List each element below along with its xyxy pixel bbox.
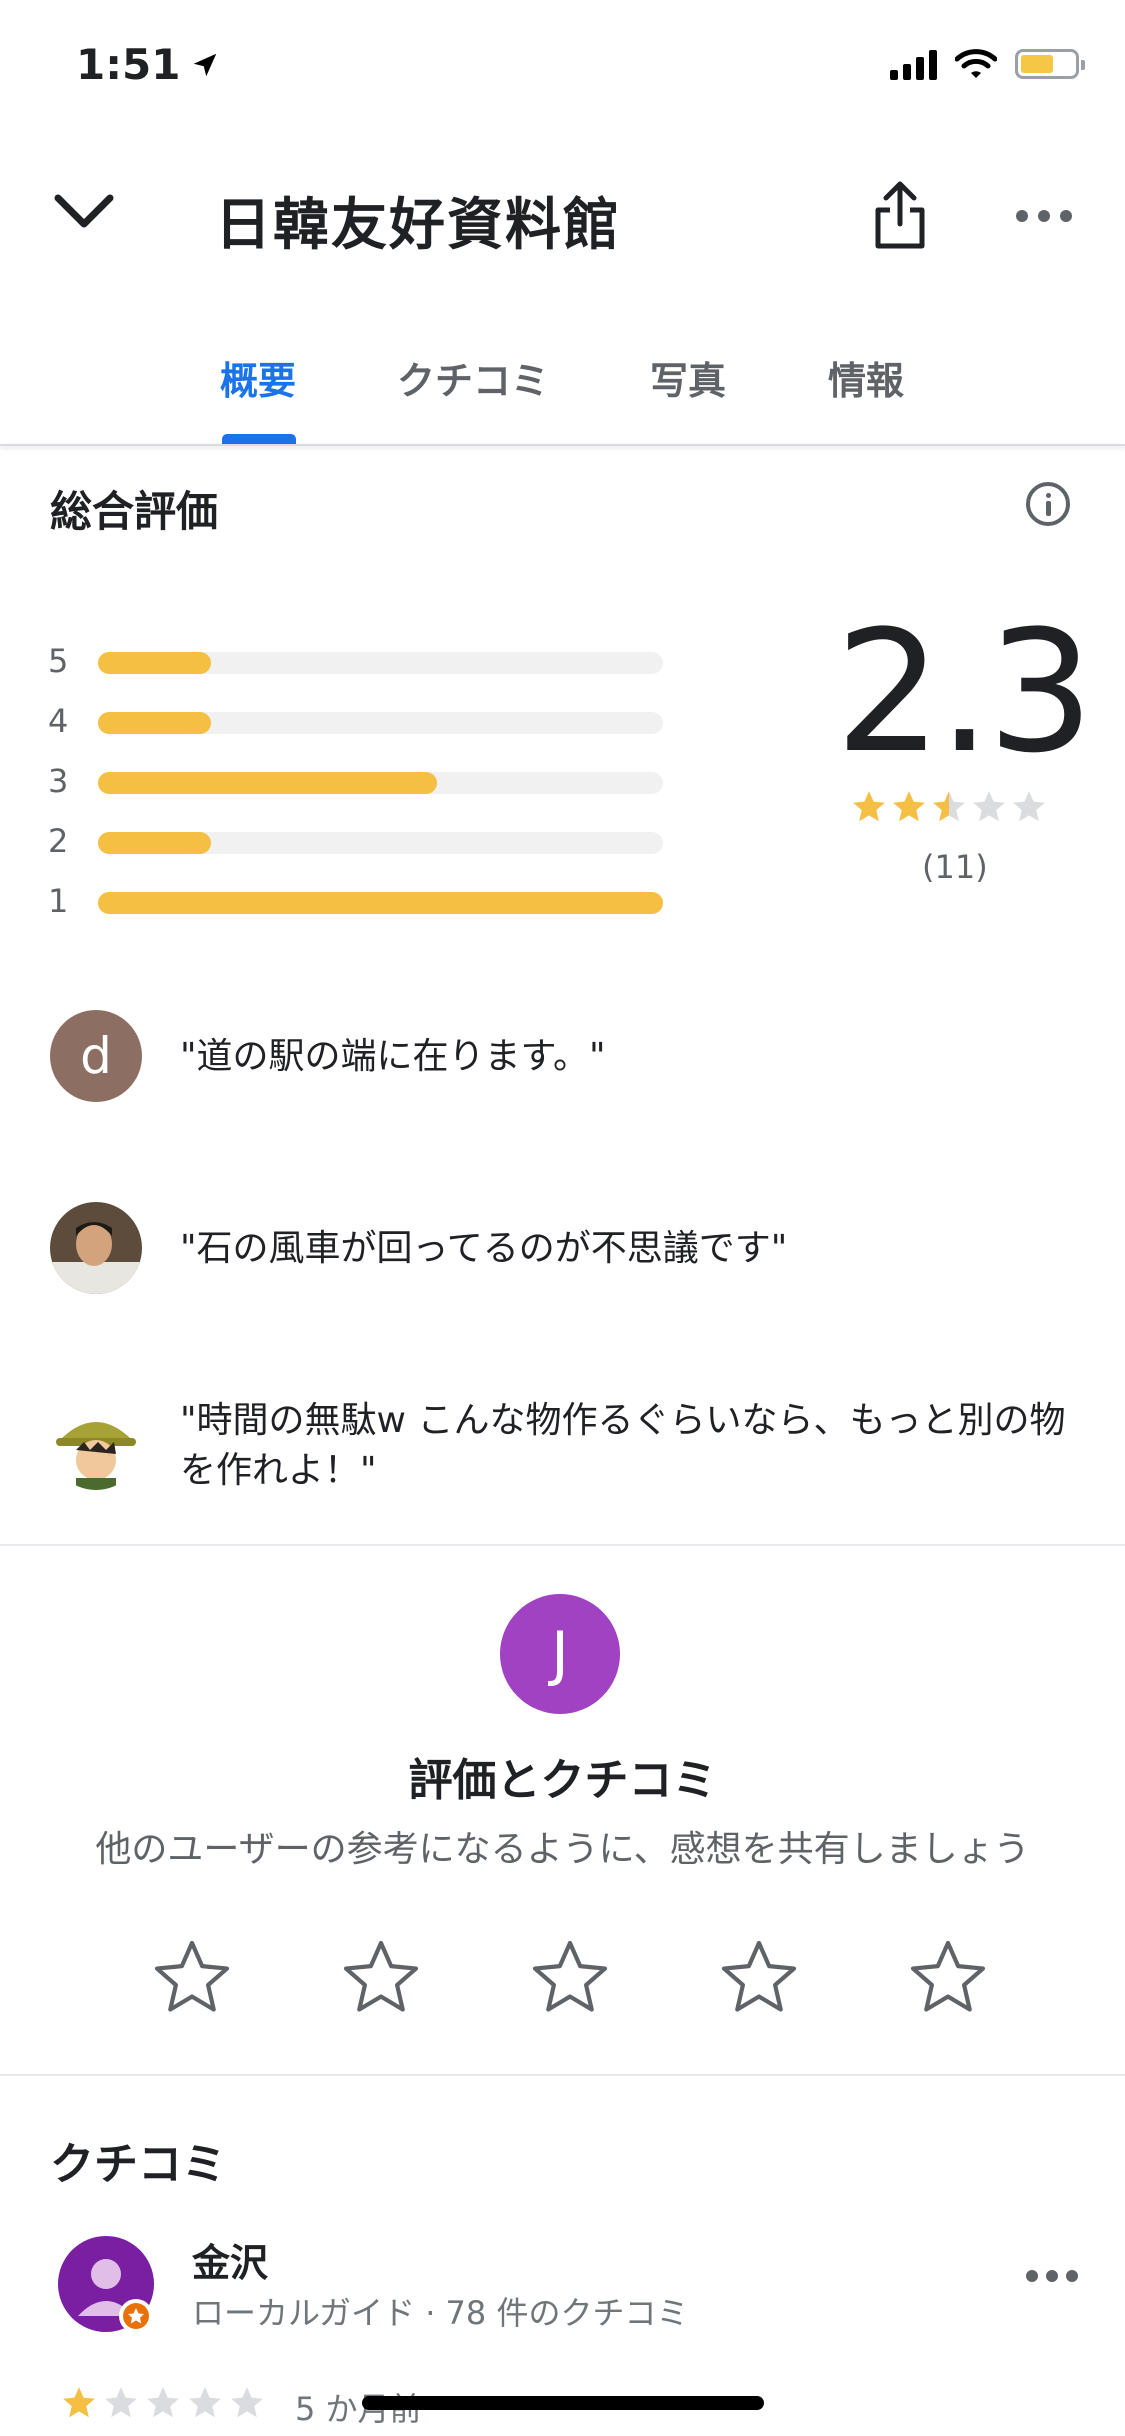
- avatar-illustration: [50, 1398, 142, 1490]
- tab-reviews[interactable]: クチコミ: [397, 350, 549, 405]
- reviews-section-title: クチコミ: [50, 2139, 226, 2190]
- rating-bar-4: 4: [48, 702, 668, 742]
- star-filled-icon: [893, 791, 925, 822]
- more-options-icon[interactable]: [1016, 210, 1072, 222]
- star-empty-icon: [1013, 791, 1045, 822]
- rating-bar-label: 5: [48, 642, 69, 680]
- rating-bar-fill: [98, 892, 663, 914]
- rate-star-4-icon[interactable]: [717, 1936, 801, 2020]
- rating-bar-track: [98, 712, 663, 734]
- star-empty-icon: [189, 2387, 221, 2418]
- review-snippet-1[interactable]: "道の駅の端に在ります。": [180, 1032, 1080, 1082]
- tab-photos[interactable]: 写真: [650, 350, 726, 405]
- average-rating: 2.3: [835, 594, 1094, 790]
- avatar-photo: [50, 1202, 142, 1294]
- star-empty-icon: [105, 2387, 137, 2418]
- wifi-icon: [955, 49, 997, 78]
- rating-bar-track: [98, 652, 663, 674]
- review-stars: [60, 2384, 266, 2422]
- share-icon[interactable]: [872, 180, 928, 250]
- star-filled-icon: [63, 2387, 95, 2418]
- active-tab-indicator: [222, 434, 296, 444]
- rating-bar-label: 4: [48, 702, 69, 740]
- rating-bar-track: [98, 832, 663, 854]
- battery-icon: [1015, 49, 1085, 79]
- star-filled-icon: [853, 791, 885, 822]
- reviewer-name[interactable]: 金沢: [192, 2232, 268, 2287]
- average-stars: [850, 788, 1048, 826]
- avatar: d: [50, 1010, 142, 1102]
- rating-summary-title: 総合評価: [50, 487, 219, 536]
- rate-review-subtitle: 他のユーザーの参考になるように、感想を共有しましょう: [95, 1829, 1030, 1870]
- rate-review-title: 評価とクチコミ: [408, 1755, 717, 1806]
- home-indicator[interactable]: [362, 2396, 764, 2410]
- rating-bar-5: 5: [48, 642, 668, 682]
- rate-star-2-icon[interactable]: [339, 1936, 423, 2020]
- star-empty-icon: [973, 791, 1005, 822]
- reviewer-avatar[interactable]: [58, 2236, 158, 2336]
- section-divider: [0, 2074, 1125, 2076]
- rate-star-3-icon[interactable]: [528, 1936, 612, 2020]
- rate-star-5-icon[interactable]: [906, 1936, 990, 2020]
- review-count: (11): [922, 848, 988, 886]
- rating-bar-label: 1: [48, 882, 69, 920]
- rate-stars: [150, 1936, 990, 2020]
- tab-bar: 概要 クチコミ 写真 情報: [0, 340, 1125, 444]
- status-time: 1:51: [76, 40, 220, 89]
- star-empty-icon: [231, 2387, 263, 2418]
- review-snippet-2[interactable]: "石の風車が回ってるのが不思議です": [180, 1224, 1080, 1274]
- rate-star-1-icon[interactable]: [150, 1936, 234, 2020]
- review-snippet-3[interactable]: "時間の無駄w こんな物作るぐらいなら、もっと別の物を作れよ！": [180, 1396, 1080, 1496]
- section-divider: [0, 1544, 1125, 1546]
- user-avatar: J: [500, 1594, 620, 1714]
- tab-info[interactable]: 情報: [828, 350, 904, 405]
- rating-bar-fill: [98, 832, 211, 854]
- rating-bar-label: 3: [48, 762, 69, 800]
- rating-bar-fill: [98, 712, 211, 734]
- user-avatar-letter: J: [551, 1619, 569, 1689]
- rating-bar-label: 2: [48, 822, 69, 860]
- time-text: 1:51: [76, 40, 181, 89]
- avatar-letter: d: [80, 1027, 112, 1085]
- rating-bar-fill: [98, 772, 437, 794]
- status-icons: [890, 48, 1085, 80]
- place-title: 日韓友好資料館: [215, 193, 621, 258]
- rating-bar-3: 3: [48, 762, 668, 802]
- rating-bar-2: 2: [48, 822, 668, 862]
- location-arrow-icon: [194, 53, 217, 76]
- rating-bar-1: 1: [48, 882, 668, 922]
- star-half-icon: [933, 791, 965, 822]
- rating-bar-track: [98, 892, 663, 914]
- rating-bar-track: [98, 772, 663, 794]
- cellular-signal-icon: [890, 48, 937, 80]
- reviewer-meta: ローカルガイド · 78 件のクチコミ: [192, 2294, 689, 2332]
- collapse-chevron-down-icon[interactable]: [52, 192, 116, 232]
- tab-divider: [0, 444, 1125, 446]
- tab-overview[interactable]: 概要: [220, 350, 296, 405]
- review-more-options-icon[interactable]: [1026, 2270, 1078, 2282]
- rating-bar-fill: [98, 652, 211, 674]
- info-icon[interactable]: [1026, 482, 1070, 526]
- star-empty-icon: [147, 2387, 179, 2418]
